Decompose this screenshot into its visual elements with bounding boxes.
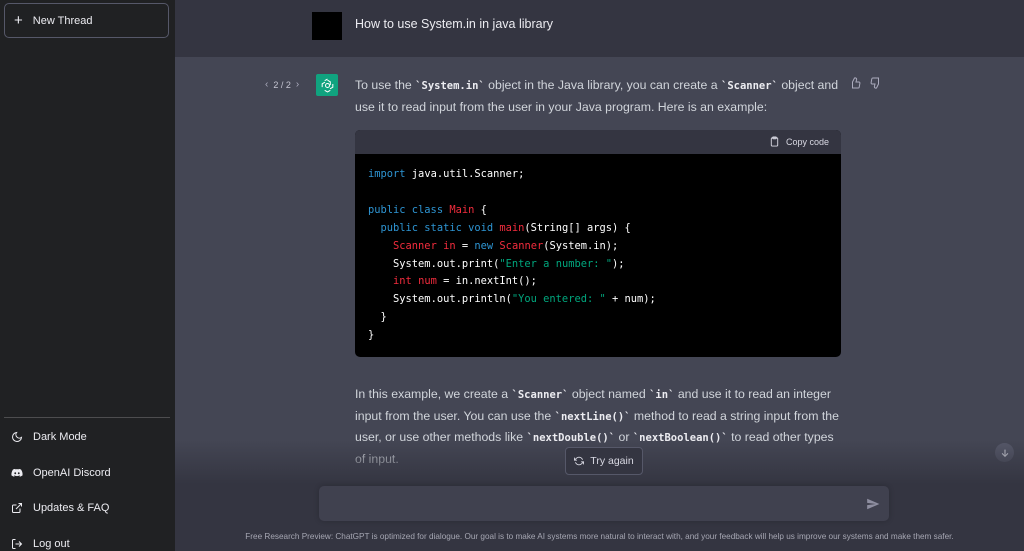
code-token: Main	[449, 203, 475, 216]
code-token: }	[368, 329, 375, 342]
code-token: (System.in);	[543, 239, 619, 252]
send-icon[interactable]	[866, 497, 880, 511]
external-link-icon	[10, 501, 24, 515]
new-thread-button[interactable]: + New Thread	[4, 3, 169, 38]
code-token: {	[474, 203, 487, 216]
code-token: "Enter a number: "	[499, 257, 612, 270]
sidebar-item-updates-faq[interactable]: Updates & FAQ	[10, 496, 170, 520]
sidebar-item-label: OpenAI Discord	[33, 467, 111, 479]
refresh-icon	[574, 456, 585, 466]
feedback-buttons	[849, 77, 882, 89]
explanation-text: object named	[568, 387, 650, 401]
intro-text: object in the Java library, you can crea…	[484, 78, 721, 92]
message-input[interactable]	[329, 486, 849, 521]
code-token: System.out.print(	[393, 257, 500, 270]
inline-code: `in`	[649, 389, 675, 401]
discord-icon	[10, 466, 24, 480]
moon-icon	[10, 430, 24, 444]
intro-paragraph: To use the `System.in` object in the Jav…	[355, 75, 845, 117]
chevron-right-icon[interactable]: ›	[296, 79, 299, 90]
user-message-text: How to use System.in in java library	[355, 17, 553, 31]
code-token: new	[474, 239, 494, 252]
thumbs-down-icon[interactable]	[870, 77, 882, 89]
intro-text: To use the	[355, 78, 416, 92]
sidebar-item-dark-mode[interactable]: Dark Mode	[10, 425, 170, 449]
pager-count: 2 / 2	[273, 79, 291, 90]
user-avatar	[312, 12, 342, 40]
code-token: in	[436, 239, 456, 252]
code-token: Scanner	[493, 239, 544, 252]
inline-code: `nextLine()`	[554, 410, 631, 423]
code-token: main	[499, 221, 525, 234]
code-token: );	[612, 257, 625, 270]
logout-icon	[10, 537, 24, 551]
copy-code-label: Copy code	[785, 137, 829, 147]
code-token: num	[411, 275, 437, 288]
code-token: Scanner	[393, 239, 437, 252]
code-token: public class	[368, 203, 444, 216]
chat-main: How to use System.in in java library ‹ 2…	[175, 0, 1024, 551]
code-token: + num);	[605, 293, 656, 306]
chatgpt-logo-icon	[316, 74, 338, 96]
try-again-label: Try again	[590, 455, 634, 467]
new-thread-label: New Thread	[32, 14, 93, 27]
sidebar-item-label: Dark Mode	[33, 431, 87, 443]
user-message-row: How to use System.in in java library	[175, 0, 1024, 57]
code-header: Copy code	[355, 130, 841, 154]
code-block: Copy code import java.util.Scanner; publ…	[355, 130, 841, 357]
sidebar-divider	[4, 417, 170, 418]
sidebar-item-log-out[interactable]: Log out	[10, 532, 170, 551]
chevron-left-icon[interactable]: ‹	[265, 79, 268, 90]
code-content: import java.util.Scanner; public class M…	[355, 154, 841, 357]
message-composer	[319, 486, 889, 521]
code-token: import	[368, 168, 406, 180]
try-again-button[interactable]: Try again	[565, 447, 643, 475]
explanation-text: In this example, we create a	[355, 387, 512, 401]
plus-icon: +	[14, 12, 23, 29]
code-token: =	[455, 239, 475, 252]
sidebar-item-discord[interactable]: OpenAI Discord	[10, 461, 170, 485]
inline-code: `Scanner`	[511, 389, 569, 401]
code-token: = in.nextInt();	[436, 275, 537, 288]
code-token: (String[] args) {	[524, 221, 631, 234]
sidebar-item-label: Updates & FAQ	[33, 502, 110, 514]
code-token: public static void	[380, 221, 494, 234]
sidebar-item-label: Log out	[33, 538, 70, 550]
code-token: java.util.Scanner;	[405, 168, 525, 180]
clipboard-icon	[769, 135, 780, 149]
thumbs-up-icon[interactable]	[849, 77, 861, 89]
inline-code: `System.in`	[415, 80, 485, 92]
response-pager: ‹ 2 / 2 ›	[265, 79, 299, 90]
sidebar: + New Thread Dark Mode OpenAI Discord Up…	[0, 0, 175, 551]
footer-disclaimer: Free Research Preview: ChatGPT is optimi…	[245, 532, 954, 541]
code-token: "You entered: "	[511, 293, 606, 306]
code-token: int	[393, 275, 412, 288]
code-token: }	[380, 311, 387, 324]
inline-code: `Scanner`	[721, 80, 778, 92]
copy-code-button[interactable]: Copy code	[769, 135, 829, 149]
code-token: System.out.println(	[393, 293, 512, 306]
